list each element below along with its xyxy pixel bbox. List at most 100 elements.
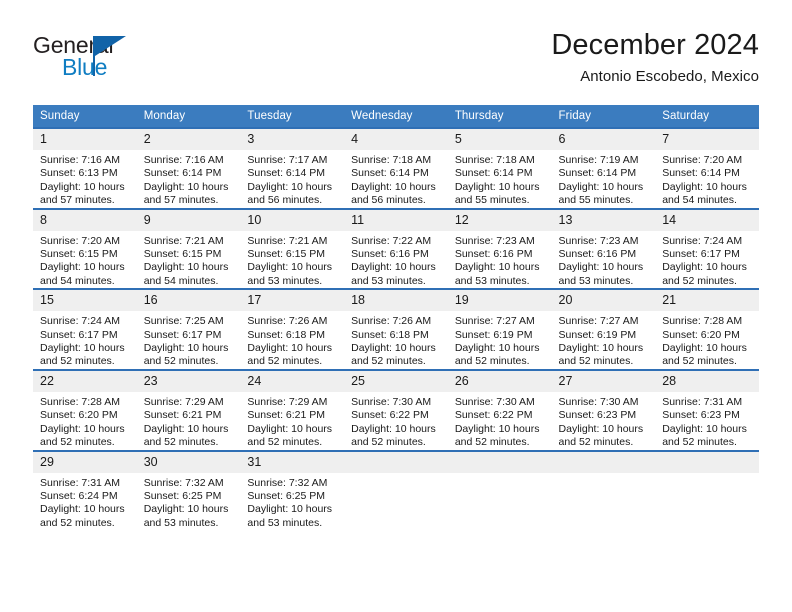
day-details: Sunrise: 7:28 AM Sunset: 6:20 PM Dayligh… [33,392,137,450]
day-cell[interactable]: 27 Sunrise: 7:30 AM Sunset: 6:23 PM Dayl… [551,368,656,451]
sunrise-text: Sunrise: 7:23 AM [558,234,639,247]
daylight-text-line1: Daylight: 10 hours [40,261,125,274]
day-cell[interactable]: 6 Sunrise: 7:19 AM Sunset: 6:14 PM Dayli… [551,127,656,209]
page-title: December 2024 [551,29,759,61]
day-cell[interactable]: 21 Sunrise: 7:28 AM Sunset: 6:20 PM Dayl… [655,288,759,370]
sunrise-text: Sunrise: 7:17 AM [247,154,328,166]
sunrise-text: Sunrise: 7:30 AM [558,395,639,408]
sunrise-text: Sunrise: 7:16 AM [143,154,224,166]
daylight-text-line1: Daylight: 10 hours [247,261,333,274]
weekday-header-saturday: Saturday [655,105,759,128]
daylight-text-line1: Daylight: 10 hours [247,422,333,435]
daylight-text-line1: Daylight: 10 hours [247,180,333,193]
day-cell[interactable]: 26 Sunrise: 7:30 AM Sunset: 6:22 PM Dayl… [447,368,552,451]
daylight-text-line1: Daylight: 10 hours [247,503,333,516]
day-cell[interactable]: 29 Sunrise: 7:31 AM Sunset: 6:24 PM Dayl… [33,449,137,531]
day-cell[interactable]: 25 Sunrise: 7:30 AM Sunset: 6:22 PM Dayl… [344,368,448,451]
daylight-text-line2: and 52 minutes. [558,436,634,449]
sunset-text: Sunset: 6:14 PM [143,167,222,180]
daylight-text-line2: and 52 minutes. [40,355,115,368]
day-cell[interactable]: 24 Sunrise: 7:29 AM Sunset: 6:21 PM Dayl… [240,368,345,451]
daylight-text-line1: Daylight: 10 hours [143,422,229,435]
day-details: Sunrise: 7:20 AM Sunset: 6:15 PM Dayligh… [33,231,137,289]
daylight-text-line2: and 52 minutes. [143,436,219,449]
weekday-header-wednesday: Wednesday [344,105,448,128]
sunrise-text: Sunrise: 7:26 AM [351,315,432,328]
day-details: Sunrise: 7:21 AM Sunset: 6:15 PM Dayligh… [137,231,241,289]
daylight-text-line2: and 57 minutes. [143,194,219,207]
day-details: Sunrise: 7:23 AM Sunset: 6:16 PM Dayligh… [552,231,656,289]
calendar-grid: Sunday Monday Tuesday Wednesday Thursday… [33,105,759,531]
day-cell[interactable]: 5 Sunrise: 7:18 AM Sunset: 6:14 PM Dayli… [447,127,552,209]
day-cell[interactable]: 28 Sunrise: 7:31 AM Sunset: 6:23 PM Dayl… [655,368,759,451]
sunset-text: Sunset: 6:25 PM [143,489,222,502]
day-number: 16 [136,290,241,312]
sunset-text: Sunset: 6:24 PM [40,489,118,502]
daylight-text-line1: Daylight: 10 hours [143,342,229,355]
day-number: 31 [240,451,345,473]
day-cell[interactable]: 17 Sunrise: 7:26 AM Sunset: 6:18 PM Dayl… [240,288,345,370]
day-cell[interactable]: 15 Sunrise: 7:24 AM Sunset: 6:17 PM Dayl… [33,288,137,370]
sunrise-text: Sunrise: 7:28 AM [40,395,120,408]
sunrise-text: Sunrise: 7:21 AM [247,234,328,247]
day-cell[interactable]: 16 Sunrise: 7:25 AM Sunset: 6:17 PM Dayl… [136,288,241,370]
day-number: 27 [551,370,656,392]
masthead: General Blue December 2024 Antonio Escob… [33,28,759,98]
day-cell[interactable]: 13 Sunrise: 7:23 AM Sunset: 6:16 PM Dayl… [551,207,656,290]
day-details: Sunrise: 7:28 AM Sunset: 6:20 PM Dayligh… [655,311,759,369]
sunset-text: Sunset: 6:21 PM [247,409,326,422]
day-number: 30 [136,451,241,473]
daylight-text-line1: Daylight: 10 hours [143,180,229,193]
day-number: 6 [551,129,656,150]
day-cell[interactable]: 30 Sunrise: 7:32 AM Sunset: 6:25 PM Dayl… [136,449,241,531]
day-cell[interactable]: 14 Sunrise: 7:24 AM Sunset: 6:17 PM Dayl… [655,207,759,290]
sunset-text: Sunset: 6:15 PM [40,248,118,261]
sunrise-text: Sunrise: 7:18 AM [454,154,535,166]
day-cell[interactable]: 18 Sunrise: 7:26 AM Sunset: 6:18 PM Dayl… [344,288,448,370]
day-cell[interactable]: 22 Sunrise: 7:28 AM Sunset: 6:20 PM Dayl… [33,368,137,451]
daylight-text-line2: and 52 minutes. [558,355,634,368]
day-details: Sunrise: 7:30 AM Sunset: 6:23 PM Dayligh… [552,392,656,450]
sunset-text: Sunset: 6:23 PM [558,409,637,422]
day-cell[interactable]: 2 Sunrise: 7:16 AM Sunset: 6:14 PM Dayli… [136,127,241,209]
day-cell-empty [447,449,552,531]
day-details: Sunrise: 7:21 AM Sunset: 6:15 PM Dayligh… [240,231,344,289]
daylight-text-line2: and 54 minutes. [662,194,737,207]
daylight-text-line2: and 53 minutes. [454,274,530,287]
daylight-text-line2: and 53 minutes. [247,274,323,287]
day-cell-empty [344,449,448,531]
day-cell[interactable]: 8 Sunrise: 7:20 AM Sunset: 6:15 PM Dayli… [33,207,137,290]
day-cell[interactable]: 20 Sunrise: 7:27 AM Sunset: 6:19 PM Dayl… [551,288,656,370]
page-subtitle: Antonio Escobedo, Mexico [580,68,759,85]
daylight-text-line1: Daylight: 10 hours [40,342,125,355]
day-cell[interactable]: 11 Sunrise: 7:22 AM Sunset: 6:16 PM Dayl… [344,207,448,290]
daylight-text-line2: and 53 minutes. [143,516,219,529]
day-details: Sunrise: 7:25 AM Sunset: 6:17 PM Dayligh… [137,311,241,369]
day-number: 4 [344,129,448,150]
day-cell[interactable]: 10 Sunrise: 7:21 AM Sunset: 6:15 PM Dayl… [240,207,345,290]
day-cell[interactable]: 19 Sunrise: 7:27 AM Sunset: 6:19 PM Dayl… [447,288,552,370]
sunset-text: Sunset: 6:19 PM [558,328,637,341]
daylight-text-line1: Daylight: 10 hours [40,503,125,516]
general-blue-logo[interactable]: General Blue [33,28,233,86]
day-cell[interactable]: 9 Sunrise: 7:21 AM Sunset: 6:15 PM Dayli… [136,207,241,290]
sunset-text: Sunset: 6:16 PM [454,248,533,261]
weekday-header-thursday: Thursday [447,105,552,128]
daylight-text-line2: and 57 minutes. [40,194,115,207]
day-cell[interactable]: 23 Sunrise: 7:29 AM Sunset: 6:21 PM Dayl… [136,368,241,451]
day-number: 1 [33,129,137,150]
daylight-text-line2: and 52 minutes. [143,355,219,368]
day-details: Sunrise: 7:22 AM Sunset: 6:16 PM Dayligh… [344,231,448,289]
day-cell[interactable]: 12 Sunrise: 7:23 AM Sunset: 6:16 PM Dayl… [447,207,552,290]
sunset-text: Sunset: 6:14 PM [558,167,637,180]
day-cell[interactable]: 7 Sunrise: 7:20 AM Sunset: 6:14 PM Dayli… [655,127,759,209]
day-number: 13 [551,209,656,231]
daylight-text-line2: and 55 minutes. [558,194,634,207]
day-cell[interactable]: 4 Sunrise: 7:18 AM Sunset: 6:14 PM Dayli… [344,127,448,209]
day-cell[interactable]: 31 Sunrise: 7:32 AM Sunset: 6:25 PM Dayl… [240,449,345,531]
sunrise-text: Sunrise: 7:31 AM [662,395,743,408]
day-cell[interactable]: 3 Sunrise: 7:17 AM Sunset: 6:14 PM Dayli… [240,127,345,209]
sunset-text: Sunset: 6:17 PM [143,328,222,341]
daylight-text-line1: Daylight: 10 hours [143,261,229,274]
day-cell[interactable]: 1 Sunrise: 7:16 AM Sunset: 6:13 PM Dayli… [33,127,137,209]
